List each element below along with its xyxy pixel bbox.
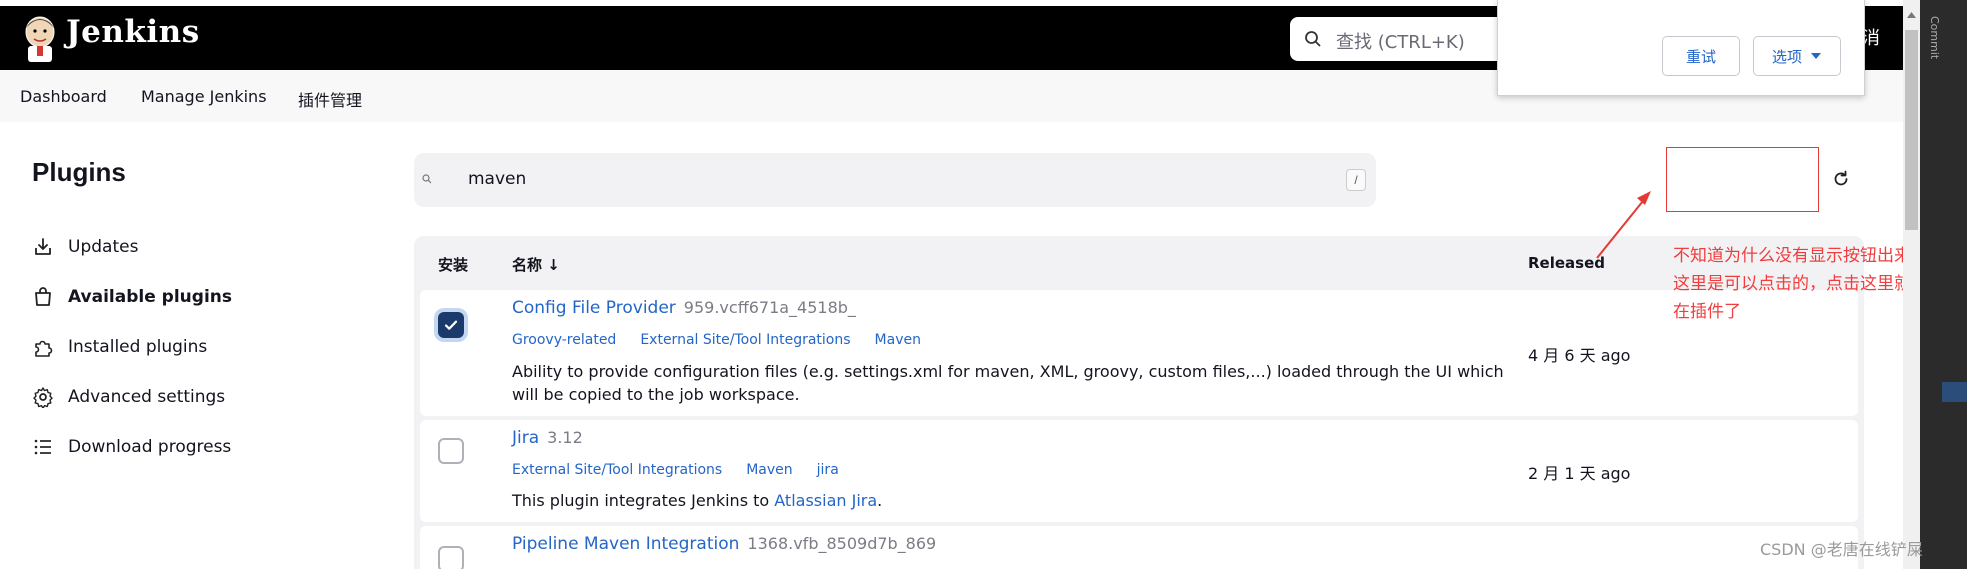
filter-value: maven [468, 169, 527, 189]
browser-popup-dialog: 重试 选项 [1497, 0, 1865, 96]
plugin-name[interactable]: Pipeline Maven Integration [512, 534, 739, 554]
plugin-tag[interactable]: External Site/Tool Integrations [512, 462, 722, 478]
side-tool-rail: Commit [1920, 0, 1967, 569]
table-row: Jira 3.12 External Site/Tool Integrations… [420, 420, 1858, 522]
plugins-table: 安装 名称 ↓ Released Config File Provider 959… [414, 236, 1864, 569]
table-row: Pipeline Maven Integration 1368.vfb_8509d… [420, 526, 1858, 569]
search-icon [1305, 31, 1321, 47]
plugin-released: 4 月 6 天 ago [1528, 346, 1631, 365]
column-header-name[interactable]: 名称 ↓ [512, 254, 560, 275]
plugin-name-link[interactable]: Config File Provider 959.vcff671a_4518b_ [512, 298, 856, 318]
search-placeholder: 查找 (CTRL+K) [1336, 32, 1465, 53]
commit-tab[interactable]: Commit [1928, 16, 1941, 59]
puzzle-icon [35, 340, 53, 357]
brand-title[interactable]: Jenkins [66, 14, 200, 50]
plugin-tags: External Site/Tool Integrations Maven jira [512, 462, 863, 478]
list-icon [34, 439, 51, 455]
plugin-description: This plugin integrates Jenkins to Atlass… [512, 489, 1522, 512]
rail-indicator [1942, 382, 1967, 402]
plugin-name-link[interactable]: Jira 3.12 [512, 428, 583, 448]
shopping-bag-icon [35, 287, 51, 306]
plugin-version: 1368.vfb_8509d7b_869 [747, 534, 937, 553]
install-checkbox[interactable] [438, 546, 464, 569]
plugin-tags: Groovy-related External Site/Tool Integra… [512, 332, 945, 348]
column-header-install: 安装 [438, 256, 469, 274]
filter-shortcut-key: / [1346, 169, 1366, 191]
search-icon [422, 174, 432, 184]
refresh-icon[interactable] [1832, 170, 1850, 188]
plugin-filter-input[interactable]: maven / [414, 153, 1376, 207]
sidebar-item-installed-plugins[interactable]: Installed plugins [32, 332, 207, 362]
sidebar-item-label: Advanced settings [68, 387, 226, 407]
plugin-name[interactable]: Config File Provider [512, 298, 676, 318]
plugin-tag[interactable]: jira [817, 462, 839, 478]
scroll-up-arrow-icon[interactable] [1907, 12, 1916, 18]
sidebar-item-label: Available plugins [68, 287, 232, 307]
options-button-label: 选项 [1771, 47, 1802, 66]
plugin-name-link[interactable]: Pipeline Maven Integration 1368.vfb_8509d… [512, 534, 936, 554]
sidebar-item-download-progress[interactable]: Download progress [32, 432, 231, 462]
page-title: Plugins [32, 157, 126, 187]
plugin-tag[interactable]: Groovy-related [512, 332, 616, 348]
plugin-released: 2 月 1 天 ago [1528, 464, 1631, 483]
breadcrumb-plugin-manager[interactable]: 插件管理 [298, 87, 362, 111]
scrollbar-thumb[interactable] [1905, 30, 1918, 230]
plugin-version: 959.vcff671a_4518b_ [683, 298, 856, 317]
annotation-arrow [1596, 191, 1651, 259]
download-icon [35, 238, 51, 255]
install-checkbox[interactable] [438, 438, 464, 464]
annotation-highlight-box[interactable] [1666, 147, 1819, 212]
global-search-box[interactable]: 查找 (CTRL+K) [1290, 17, 1530, 61]
sidebar-item-label: Updates [68, 237, 139, 257]
chevron-down-icon [1811, 53, 1821, 59]
watermark: CSDN @老唐在线铲屎 [1760, 540, 1923, 559]
options-button[interactable]: 选项 [1753, 36, 1841, 76]
install-checkbox[interactable] [438, 312, 464, 338]
plugin-tag[interactable]: Maven [746, 462, 792, 478]
breadcrumb-manage-jenkins[interactable]: Manage Jenkins [141, 87, 267, 106]
sidebar-item-advanced-settings[interactable]: Advanced settings [32, 382, 225, 412]
description-text: . [877, 491, 883, 510]
page-scrollbar[interactable] [1903, 0, 1920, 569]
retry-button[interactable]: 重试 [1662, 36, 1740, 76]
sidebar-item-updates[interactable]: Updates [32, 232, 138, 262]
jenkins-logo-icon[interactable] [20, 14, 60, 62]
atlassian-jira-link[interactable]: Atlassian Jira [774, 491, 877, 510]
plugin-name[interactable]: Jira [512, 428, 539, 448]
description-text: This plugin integrates Jenkins to [512, 491, 775, 510]
sidebar-item-available-plugins[interactable]: Available plugins [32, 282, 232, 312]
table-row: Config File Provider 959.vcff671a_4518b_ … [420, 290, 1858, 416]
sidebar-item-label: Installed plugins [68, 337, 208, 357]
sidebar-item-label: Download progress [68, 437, 232, 457]
breadcrumb-dashboard[interactable]: Dashboard [20, 87, 107, 106]
plugin-description: Ability to provide configuration files (… [512, 362, 1504, 404]
gear-icon [33, 387, 53, 408]
checkmark-icon [444, 320, 458, 330]
plugin-tag[interactable]: External Site/Tool Integrations [640, 332, 850, 348]
plugin-version: 3.12 [547, 428, 583, 447]
plugin-tag[interactable]: Maven [875, 332, 921, 348]
